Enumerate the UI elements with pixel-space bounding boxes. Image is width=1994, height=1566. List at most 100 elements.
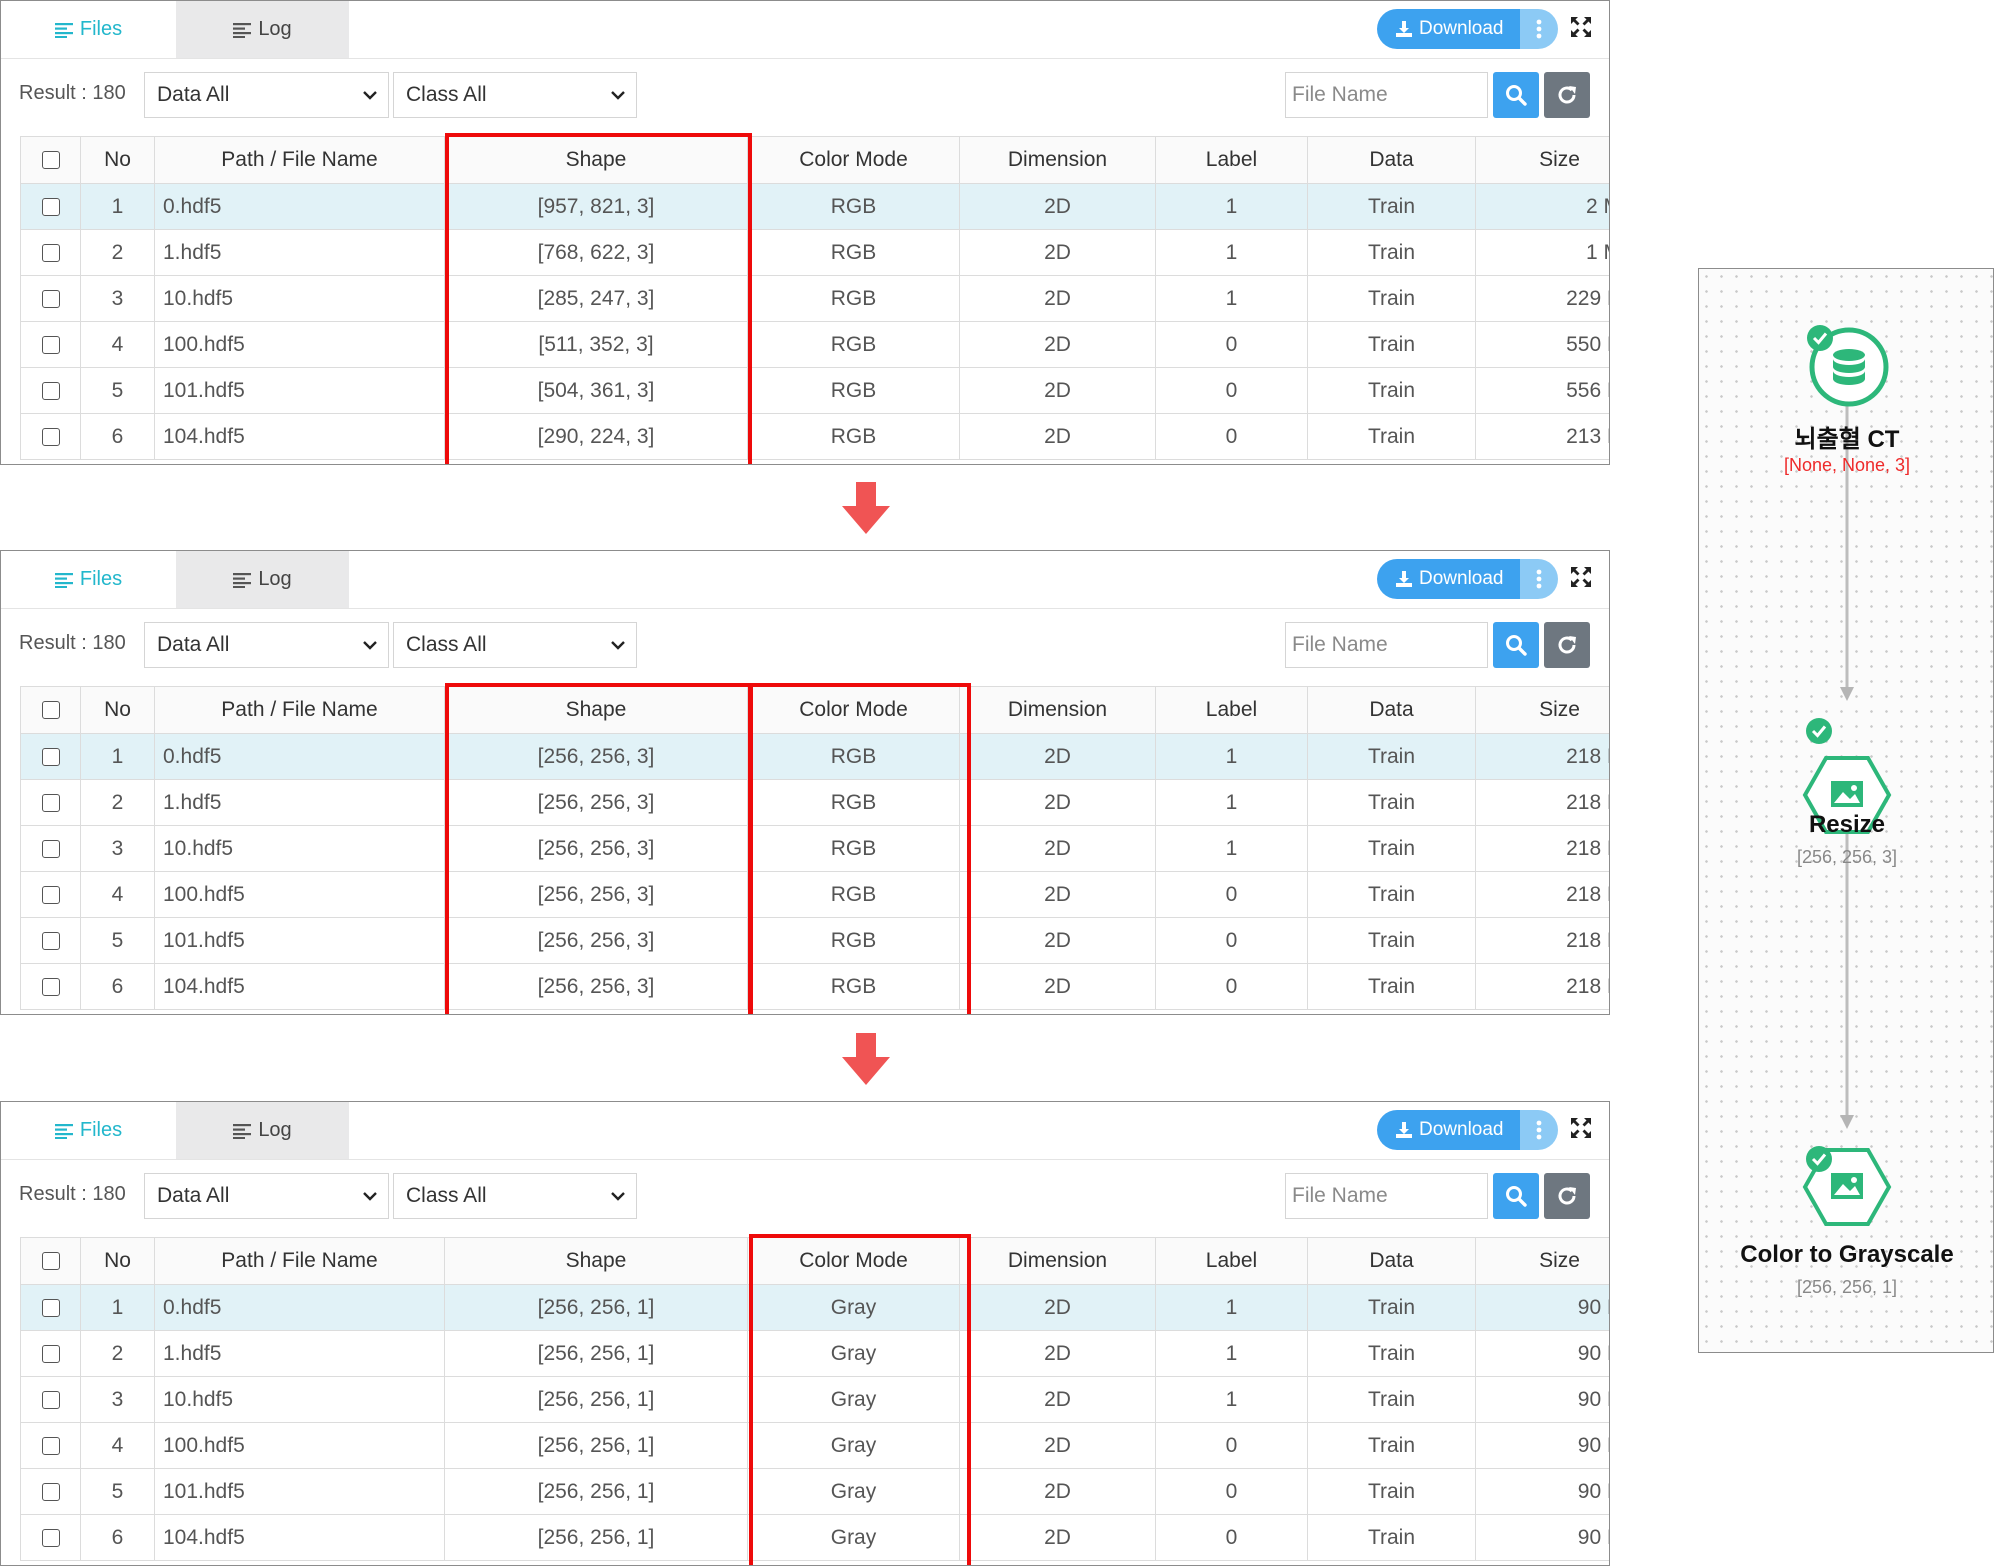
class-filter-select[interactable]: Class All: [393, 72, 637, 118]
data-filter-select[interactable]: Data All: [144, 622, 389, 668]
tab-log[interactable]: Log: [176, 551, 349, 608]
table-row[interactable]: 310.hdf5[285, 247, 3]RGB2D1Train229 KB: [20, 275, 1609, 322]
table-row[interactable]: 310.hdf5[256, 256, 1]Gray2D1Train90 KB: [20, 1376, 1609, 1423]
table-row[interactable]: 10.hdf5[256, 256, 1]Gray2D1Train90 KB: [20, 1284, 1609, 1331]
table-row[interactable]: 310.hdf5[256, 256, 3]RGB2D1Train218 KB: [20, 825, 1609, 872]
expand-icon[interactable]: [1569, 1116, 1593, 1140]
column-header[interactable]: Label: [1155, 136, 1308, 184]
tab-files[interactable]: Files: [1, 1, 176, 58]
column-header[interactable]: No: [80, 686, 155, 734]
search-button[interactable]: [1493, 72, 1539, 118]
table-row[interactable]: 4100.hdf5[256, 256, 3]RGB2D0Train218 KB: [20, 871, 1609, 918]
table-cell: Train: [1307, 963, 1476, 1010]
tab-log[interactable]: Log: [176, 1, 349, 58]
table-row[interactable]: 6104.hdf5[290, 224, 3]RGB2D0Train213 KB: [20, 413, 1609, 460]
column-header[interactable]: Path / File Name: [154, 1237, 445, 1285]
row-checkbox[interactable]: [41, 793, 60, 812]
table-cell: 2D: [959, 1468, 1156, 1515]
row-checkbox[interactable]: [41, 197, 60, 216]
tab-files[interactable]: Files: [1, 551, 176, 608]
select-all-checkbox[interactable]: [41, 701, 60, 720]
column-header[interactable]: Path / File Name: [154, 136, 445, 184]
column-header[interactable]: Size: [1475, 136, 1609, 184]
row-checkbox[interactable]: [41, 1344, 60, 1363]
select-all-checkbox[interactable]: [41, 151, 60, 170]
column-header[interactable]: No: [80, 1237, 155, 1285]
table-row[interactable]: 4100.hdf5[511, 352, 3]RGB2D0Train550 KB: [20, 321, 1609, 368]
row-checkbox[interactable]: [41, 335, 60, 354]
row-checkbox[interactable]: [41, 381, 60, 400]
column-header[interactable]: Dimension: [959, 686, 1156, 734]
download-options-button[interactable]: [1519, 559, 1558, 599]
download-button[interactable]: Download: [1377, 1110, 1520, 1150]
column-header[interactable]: Shape: [444, 686, 748, 734]
row-checkbox[interactable]: [41, 839, 60, 858]
data-filter-select[interactable]: Data All: [144, 72, 389, 118]
column-header[interactable]: Shape: [444, 1237, 748, 1285]
row-checkbox[interactable]: [41, 931, 60, 950]
expand-icon[interactable]: [1569, 565, 1593, 589]
select-all-checkbox[interactable]: [41, 1252, 60, 1271]
table-row[interactable]: 4100.hdf5[256, 256, 1]Gray2D0Train90 KB: [20, 1422, 1609, 1469]
column-header[interactable]: Data: [1307, 136, 1476, 184]
row-checkbox[interactable]: [41, 1482, 60, 1501]
table-cell: [290, 224, 3]: [444, 413, 748, 460]
column-header[interactable]: Dimension: [959, 136, 1156, 184]
tab-files[interactable]: Files: [1, 1102, 176, 1159]
table-row[interactable]: 5101.hdf5[256, 256, 3]RGB2D0Train218 KB: [20, 917, 1609, 964]
row-checkbox[interactable]: [41, 1298, 60, 1317]
table-cell: 1.hdf5: [154, 1330, 445, 1377]
column-header[interactable]: Data: [1307, 1237, 1476, 1285]
column-header[interactable]: Size: [1475, 686, 1609, 734]
file-name-search-input[interactable]: File Name: [1285, 622, 1488, 668]
file-name-search-input[interactable]: File Name: [1285, 1173, 1488, 1219]
row-checkbox[interactable]: [41, 289, 60, 308]
column-header[interactable]: Color Mode: [747, 1237, 960, 1285]
table-row[interactable]: 21.hdf5[768, 622, 3]RGB2D1Train1 MB: [20, 229, 1609, 276]
column-header[interactable]: Label: [1155, 686, 1308, 734]
class-filter-select[interactable]: Class All: [393, 622, 637, 668]
column-header[interactable]: Label: [1155, 1237, 1308, 1285]
download-button[interactable]: Download: [1377, 559, 1520, 599]
column-header[interactable]: Shape: [444, 136, 748, 184]
table-row[interactable]: 10.hdf5[256, 256, 3]RGB2D1Train218 KB: [20, 733, 1609, 780]
expand-icon[interactable]: [1569, 15, 1593, 39]
row-checkbox[interactable]: [41, 1436, 60, 1455]
row-checkbox[interactable]: [41, 1390, 60, 1409]
chevron-down-icon: [363, 1192, 377, 1201]
table-row[interactable]: 21.hdf5[256, 256, 3]RGB2D1Train218 KB: [20, 779, 1609, 826]
download-options-button[interactable]: [1519, 1110, 1558, 1150]
row-checkbox[interactable]: [41, 977, 60, 996]
table-cell: Gray: [747, 1468, 960, 1515]
refresh-button[interactable]: [1544, 622, 1590, 668]
column-header[interactable]: Size: [1475, 1237, 1609, 1285]
tab-log[interactable]: Log: [176, 1102, 349, 1159]
table-row[interactable]: 5101.hdf5[256, 256, 1]Gray2D0Train90 KB: [20, 1468, 1609, 1515]
file-name-search-input[interactable]: File Name: [1285, 72, 1488, 118]
row-checkbox[interactable]: [41, 243, 60, 262]
column-header[interactable]: Color Mode: [747, 686, 960, 734]
row-checkbox[interactable]: [41, 1528, 60, 1547]
search-button[interactable]: [1493, 622, 1539, 668]
data-filter-select[interactable]: Data All: [144, 1173, 389, 1219]
column-header[interactable]: Color Mode: [747, 136, 960, 184]
row-checkbox[interactable]: [41, 427, 60, 446]
row-checkbox[interactable]: [41, 747, 60, 766]
column-header[interactable]: Dimension: [959, 1237, 1156, 1285]
row-checkbox[interactable]: [41, 885, 60, 904]
refresh-button[interactable]: [1544, 72, 1590, 118]
download-icon: [1396, 571, 1412, 587]
download-options-button[interactable]: [1519, 9, 1558, 49]
table-row[interactable]: 5101.hdf5[504, 361, 3]RGB2D0Train556 KB: [20, 367, 1609, 414]
refresh-button[interactable]: [1544, 1173, 1590, 1219]
table-row[interactable]: 6104.hdf5[256, 256, 3]RGB2D0Train218 KB: [20, 963, 1609, 1010]
column-header[interactable]: Path / File Name: [154, 686, 445, 734]
search-button[interactable]: [1493, 1173, 1539, 1219]
table-row[interactable]: 10.hdf5[957, 821, 3]RGB2D1Train2 MB: [20, 183, 1609, 230]
table-row[interactable]: 21.hdf5[256, 256, 1]Gray2D1Train90 KB: [20, 1330, 1609, 1377]
column-header[interactable]: Data: [1307, 686, 1476, 734]
table-row[interactable]: 6104.hdf5[256, 256, 1]Gray2D0Train90 KB: [20, 1514, 1609, 1561]
class-filter-select[interactable]: Class All: [393, 1173, 637, 1219]
download-button[interactable]: Download: [1377, 9, 1520, 49]
column-header[interactable]: No: [80, 136, 155, 184]
